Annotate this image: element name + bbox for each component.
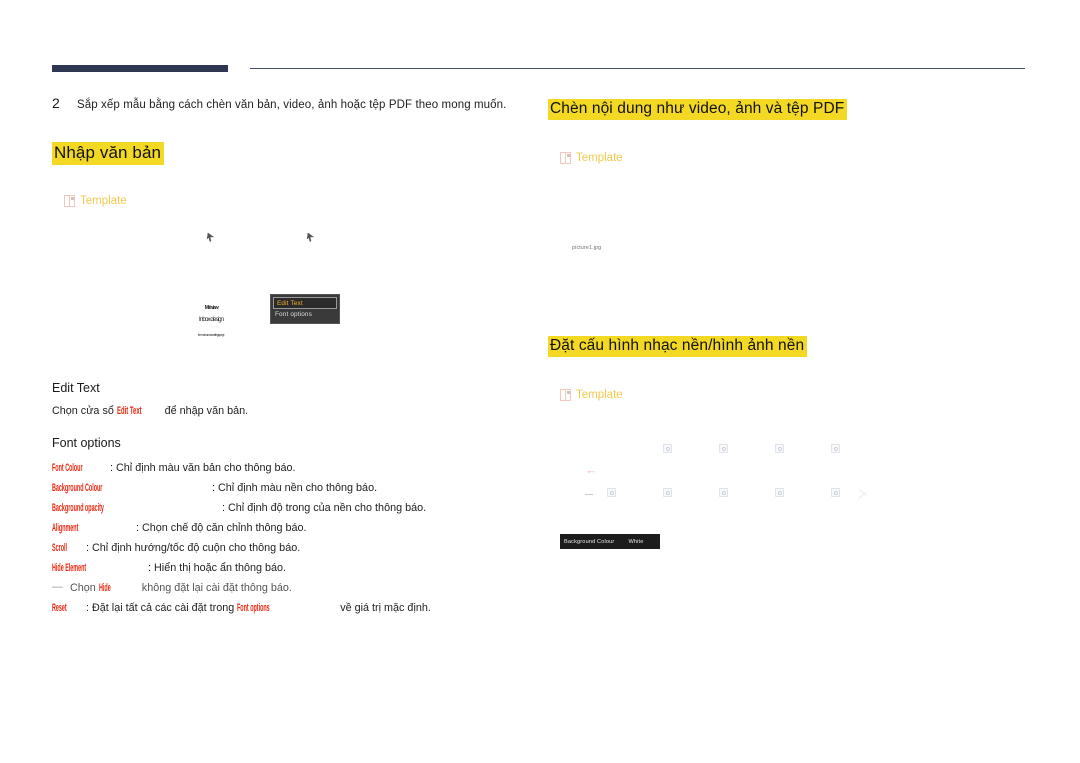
thumbnail-item[interactable] <box>831 488 840 497</box>
background-colour-value: White <box>628 538 644 545</box>
list-item: Scroll : Chỉ định hướng/tốc độ cuộn cho t… <box>52 538 431 558</box>
heading-chen-noi-dung: Chèn nội dung như video, ảnh và tệp PDF <box>548 99 848 120</box>
thumbnail-item[interactable] <box>607 488 616 497</box>
template-icon <box>560 152 571 164</box>
mini-screenshot-line1: Main view <box>204 305 219 311</box>
sub-note-suffix: không đặt lại cài đặt thông báo. <box>138 582 292 594</box>
template-icon <box>64 195 75 207</box>
option-desc: : Chỉ định màu nền cho thông báo. <box>212 482 378 494</box>
option-label: Font Colour <box>52 462 83 474</box>
mini-screenshot-line2: Inbox design <box>198 316 224 323</box>
background-colour-control[interactable]: Background Colour White <box>560 534 660 549</box>
template-label: Template <box>576 152 623 164</box>
document-page: 2 Sắp xếp mẫu bằng cách chèn văn bản, vi… <box>0 0 1080 763</box>
screenshot-illustration-left: Main view Inbox design the main window s… <box>150 225 360 345</box>
cursor-pointer-icon <box>206 233 214 243</box>
background-colour-key: Background Colour <box>564 538 615 545</box>
option-desc: : Chỉ định màu văn bản cho thông báo. <box>110 462 296 474</box>
thumbnail-item[interactable] <box>775 444 784 453</box>
list-item-sub-note: — Chọn Hide không đặt lại cài đặt thông b… <box>52 578 431 598</box>
option-label: Alignment <box>52 522 79 534</box>
option-label: Background Colour <box>52 482 103 494</box>
option-label: Hide Element <box>52 562 87 574</box>
thumbnail-item[interactable] <box>663 444 672 453</box>
mini-screenshot-line3: the main window settings page <box>197 333 225 337</box>
thumbnail-item[interactable] <box>775 488 784 497</box>
template-label: Template <box>80 195 127 207</box>
list-item: Background opacity : Chỉ định độ trong củ… <box>52 498 431 518</box>
option-label: Background opacity <box>52 502 104 514</box>
reset-label: Reset <box>52 602 67 614</box>
thumbnail-item[interactable] <box>663 488 672 497</box>
sub-note-label: Hide <box>98 582 111 594</box>
reset-mid: : Đặt lại tất cả các cài đặt trong <box>86 602 238 614</box>
paragraph-choose-edit-text: Chọn cửa sổ Edit Text để nhập văn bản. <box>52 405 248 417</box>
paragraph-prefix: Chọn cửa sổ <box>52 405 117 417</box>
chevron-right-icon[interactable] <box>858 484 871 504</box>
template-badge-3: Template <box>560 389 623 401</box>
back-arrow-icon[interactable]: ← <box>585 463 598 476</box>
option-desc: : Hiển thị hoặc ẩn thông báo. <box>148 562 287 574</box>
list-item: Background Colour : Chỉ định màu nền cho … <box>52 478 431 498</box>
heading-nhap-van-ban: Nhập văn bản <box>52 142 165 165</box>
paragraph-suffix: để nhập văn bản. <box>161 405 249 417</box>
reset-after: về giá trị mặc định. <box>337 602 431 614</box>
heading-dat-cau-hinh: Đặt cấu hình nhạc nền/hình ảnh nền <box>548 336 808 357</box>
list-item-reset: Reset: Đặt lại tất cả các cài đặt trong … <box>52 598 431 618</box>
sub-note-prefix: Chọn <box>70 582 99 594</box>
thumbnail-grid: ← <box>575 442 875 512</box>
step-text: Sắp xếp mẫu bằng cách chèn văn bản, vide… <box>77 99 507 111</box>
template-label: Template <box>576 389 623 401</box>
list-item: Alignment : Chọn chế độ căn chỉnh thông b… <box>52 518 431 538</box>
option-desc: : Chỉ định hướng/tốc độ cuộn cho thông b… <box>86 542 301 554</box>
context-menu-item-edit-text[interactable]: Edit Text <box>273 297 337 309</box>
header-rule-thin <box>250 68 1025 70</box>
context-menu[interactable]: Edit Text Font options <box>270 294 340 324</box>
dash-marker: — <box>52 581 63 593</box>
inline-label-edit-text: Edit Text <box>116 405 142 417</box>
thumbnail-item[interactable] <box>831 444 840 453</box>
header-rule-thick <box>52 65 228 72</box>
thumbnail-item[interactable] <box>719 488 728 497</box>
cursor-pointer-icon <box>306 233 314 243</box>
list-item: Font Colour : Chỉ định màu văn bản cho th… <box>52 458 431 478</box>
option-label: Scroll <box>52 542 68 554</box>
subheading-font-options: Font options <box>52 436 121 450</box>
step-number: 2 <box>52 95 60 111</box>
template-icon <box>560 389 571 401</box>
dash-marker-icon <box>585 494 593 495</box>
reset-label-font-options: Font options <box>237 602 270 614</box>
list-item: Hide Element : Hiển thị hoặc ẩn thông báo… <box>52 558 431 578</box>
context-menu-item-font-options[interactable]: Font options <box>271 309 339 320</box>
template-badge-1: Template <box>64 195 127 207</box>
template-badge-2: Template <box>560 152 623 164</box>
subheading-edit-text: Edit Text <box>52 381 100 395</box>
option-desc: : Chọn chế độ căn chỉnh thông báo. <box>136 522 307 534</box>
picture-file-label: picture1.jpg <box>572 245 602 251</box>
font-options-list: Font Colour : Chỉ định màu văn bản cho th… <box>52 458 431 618</box>
option-desc: : Chỉ định độ trong của nền cho thông bá… <box>222 502 427 514</box>
